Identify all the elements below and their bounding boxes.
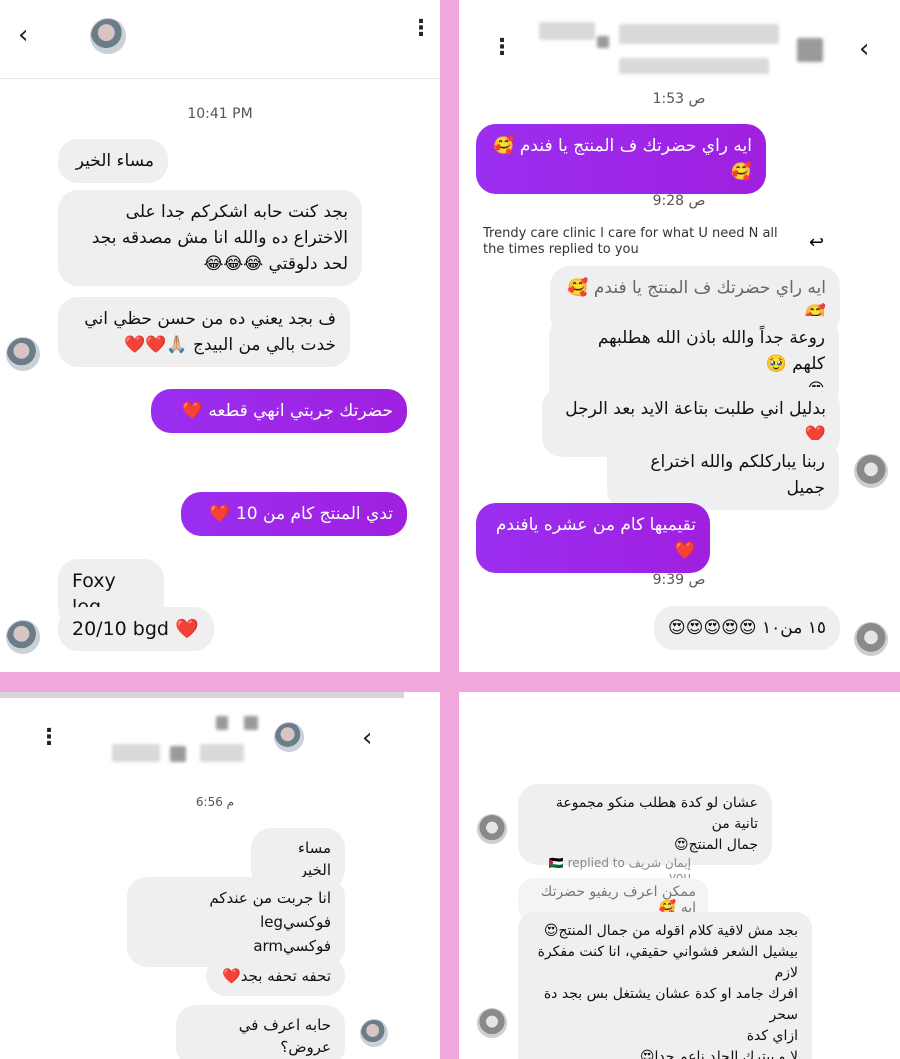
reply-icon: ↩ bbox=[809, 232, 825, 253]
blurred-name bbox=[170, 746, 186, 762]
back-arrow-icon[interactable]: ‹ bbox=[859, 36, 869, 62]
timestamp: 10:41 PM bbox=[187, 106, 253, 122]
timestamp: 9:39 ص bbox=[652, 572, 706, 588]
contact-avatar[interactable] bbox=[274, 722, 304, 752]
timestamp: 1:53 ص bbox=[652, 91, 706, 107]
blurred-name bbox=[112, 744, 160, 762]
blurred-name bbox=[244, 716, 258, 730]
message-received: مساء الخير bbox=[58, 139, 168, 183]
blurred-name bbox=[539, 22, 595, 40]
message-sent: ايه راي حضرتك ف المنتج يا فندم 🥰🥰 bbox=[476, 124, 766, 194]
message-received: انا جربت من عندكم فوكسيleg فوكسيarm bbox=[127, 877, 345, 967]
message-received: بجد مش لاقية كلام اقوله من جمال المنتج😍 … bbox=[518, 912, 812, 1059]
message-received: عشان لو كدة هطلب منكو مجموعة تانية من جم… bbox=[518, 784, 772, 865]
top-bar bbox=[0, 692, 404, 698]
message-received: تحفه تحفه بجد❤️ bbox=[206, 956, 345, 996]
message-received: بجد كنت حابه اشكركم جدا على الاختراع ده … bbox=[58, 190, 362, 286]
message-received: 20/10 bgd ❤️ bbox=[58, 607, 214, 651]
sender-avatar bbox=[854, 454, 888, 488]
message-received: ربنا يباركلكم والله اختراع جميل bbox=[607, 440, 839, 510]
sender-avatar bbox=[854, 622, 888, 656]
more-options-icon[interactable]: ⋮ bbox=[491, 37, 513, 59]
message-received: حابه اعرف في عروض؟ bbox=[176, 1005, 345, 1059]
reply-indicator: Trendy care clinic l care for what U nee… bbox=[483, 226, 778, 257]
back-arrow-icon[interactable]: ‹ bbox=[18, 22, 28, 48]
message-received: ١٥ من١٠ 😍😍😍😍😍 bbox=[654, 606, 840, 650]
chat-panel-4: عشان لو كدة هطلب منكو مجموعة تانية من جم… bbox=[459, 692, 900, 1059]
header-divider bbox=[0, 78, 440, 79]
blurred-name bbox=[619, 24, 779, 44]
sender-avatar bbox=[477, 1008, 507, 1038]
blurred-name bbox=[597, 36, 609, 48]
blurred-name bbox=[619, 58, 769, 74]
more-options-icon[interactable]: ⋮ bbox=[410, 18, 432, 40]
chat-panel-2: ⋮ ‹ 1:53 ص ايه راي حضرتك ف المنتج يا فند… bbox=[459, 0, 900, 672]
blurred-name bbox=[200, 744, 244, 762]
sender-avatar bbox=[6, 337, 40, 371]
timestamp: 9:28 ص bbox=[652, 193, 706, 209]
more-options-icon[interactable]: ⋮ bbox=[38, 727, 60, 749]
message-sent: تقيميها كام من عشره يافندم ❤️ bbox=[476, 503, 710, 573]
sender-avatar bbox=[6, 620, 40, 654]
contact-avatar[interactable] bbox=[90, 18, 126, 54]
message-sent: حضرتك جربتي انهي قطعه ❤️ bbox=[151, 389, 407, 433]
sender-avatar bbox=[477, 814, 507, 844]
message-received: ف بجد يعني ده من حسن حظي اني خدت بالي من… bbox=[58, 297, 350, 367]
chat-panel-3: ⋮ ‹ 6:56 م مساء الخير انا جربت من عندكم … bbox=[0, 692, 440, 1059]
timestamp: 6:56 م bbox=[195, 795, 235, 809]
chat-panel-1: ‹ ⋮ 10:41 PM مساء الخير بجد كنت حابه اشك… bbox=[0, 0, 440, 672]
sender-avatar bbox=[360, 1019, 388, 1047]
contact-avatar[interactable] bbox=[797, 38, 823, 62]
back-arrow-icon[interactable]: ‹ bbox=[362, 725, 372, 751]
message-sent: تدي المنتج كام من 10 ❤️ bbox=[181, 492, 407, 536]
blurred-name bbox=[216, 716, 228, 730]
